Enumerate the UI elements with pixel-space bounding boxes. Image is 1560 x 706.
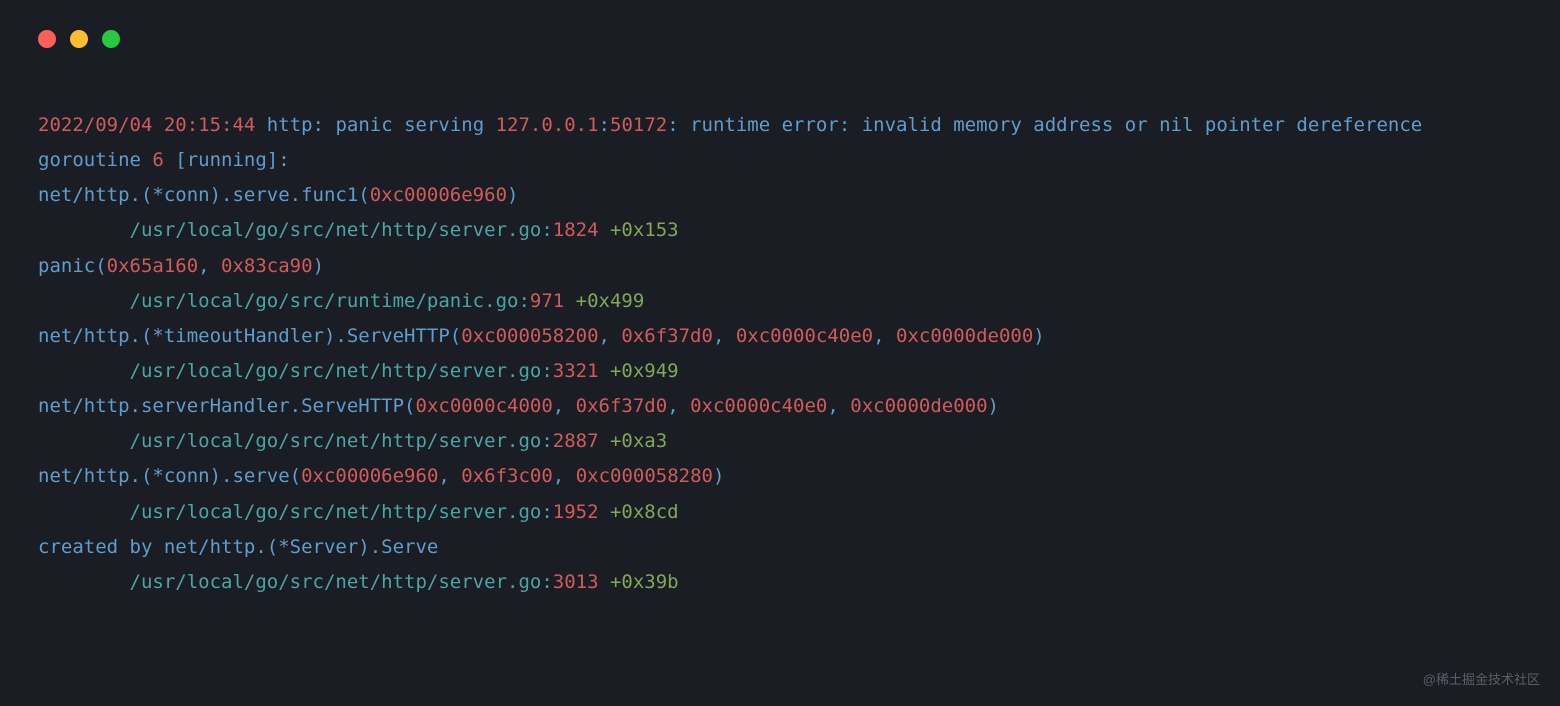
panic-serving: panic serving [324,114,496,136]
hex-addr: 0x6f3c00 [461,465,553,487]
window-traffic-lights [38,30,1522,48]
ip: 127.0.0.1 [496,114,599,136]
hex-addr: 0xc0000de000 [850,395,987,417]
stack-frame: net/http.(*conn).serve( [38,465,301,487]
hex-addr: 0x83ca90 [221,255,313,277]
line-num: 971 [530,290,564,312]
source-path: /usr/local/go/src/net/http/server.go: [38,219,553,241]
watermark: @稀土掘金技术社区 [1423,668,1540,692]
minimize-icon[interactable] [70,30,88,48]
hex-addr: 0x6f37d0 [576,395,668,417]
zoom-icon[interactable] [102,30,120,48]
source-path: /usr/local/go/src/runtime/panic.go: [38,290,530,312]
stack-frame: net/http.(*conn).serve.func1( [38,184,370,206]
line-num: 2887 [553,430,599,452]
http-label: http [255,114,312,136]
source-path: /usr/local/go/src/net/http/server.go: [38,571,553,593]
hex-addr: 0xc000058200 [461,325,598,347]
line-num: 3321 [553,360,599,382]
error-msg: invalid memory address or nil pointer de… [850,114,1422,136]
offset: 0x949 [621,360,678,382]
hex-addr: 0xc0000c40e0 [690,395,827,417]
hex-addr: 0xc00006e960 [370,184,507,206]
source-path: /usr/local/go/src/net/http/server.go: [38,360,553,382]
stack-frame: net/http.serverHandler.ServeHTTP( [38,395,416,417]
goroutine-label: goroutine [38,149,152,171]
offset: 0x8cd [621,501,678,523]
created-by: created by net/http.(*Server).Serve [38,536,438,558]
goroutine-state: [running] [164,149,278,171]
hex-addr: 0xc0000c40e0 [736,325,873,347]
terminal-output: 2022/09/04 20:15:44 http: panic serving … [38,108,1522,600]
timestamp: 2022/09/04 20:15:44 [38,114,255,136]
offset: 0xa3 [621,430,667,452]
hex-addr: 0xc0000de000 [896,325,1033,347]
offset: 0x153 [621,219,678,241]
line-num: 3013 [553,571,599,593]
source-path: /usr/local/go/src/net/http/server.go: [38,501,553,523]
offset: 0x39b [621,571,678,593]
offset: 0x499 [587,290,644,312]
stack-frame: net/http.(*timeoutHandler).ServeHTTP( [38,325,461,347]
line-num: 1824 [553,219,599,241]
runtime-error: runtime error [679,114,839,136]
hex-addr: 0xc00006e960 [301,465,438,487]
stack-frame: panic( [38,255,107,277]
hex-addr: 0xc0000c4000 [416,395,553,417]
hex-addr: 0x65a160 [107,255,199,277]
hex-addr: 0xc000058280 [576,465,713,487]
line-num: 1952 [553,501,599,523]
source-path: /usr/local/go/src/net/http/server.go: [38,430,553,452]
goroutine-num: 6 [152,149,163,171]
port: 50172 [610,114,667,136]
close-icon[interactable] [38,30,56,48]
hex-addr: 0x6f37d0 [621,325,713,347]
